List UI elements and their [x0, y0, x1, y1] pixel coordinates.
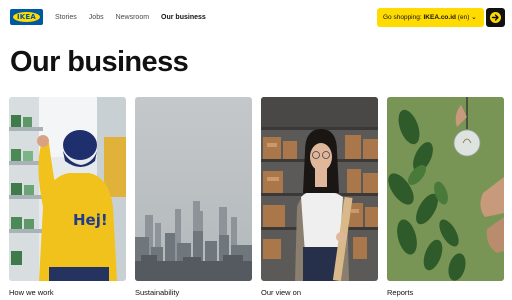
arrow-right-icon [491, 14, 499, 21]
page-title: Our business [10, 46, 189, 78]
main-nav: Stories Jobs Newsroom Our business [55, 13, 218, 23]
go-shopping-select[interactable]: Go shopping: IKEA.co.id (en) ⌄ [377, 8, 484, 27]
card-label[interactable]: Our view on [261, 288, 301, 298]
svg-text:Hej!: Hej! [73, 211, 108, 229]
card-label[interactable]: Reports [387, 288, 413, 298]
top-navigation: IKEA Stories Jobs Newsroom Our business … [0, 0, 512, 36]
ikea-logo[interactable]: IKEA [10, 9, 43, 25]
logo-text: IKEA [16, 13, 37, 21]
nav-item-stories[interactable]: Stories [55, 13, 77, 23]
card-label[interactable]: How we work [9, 288, 54, 298]
chevron-down-icon: ⌄ [471, 14, 477, 21]
how-we-work-image[interactable]: Hej! [9, 97, 126, 281]
nav-item-our-business[interactable]: Our business [161, 13, 206, 23]
reports-image[interactable] [387, 97, 504, 281]
go-shopping-label: Go shopping: IKEA.co.id (en) [383, 14, 470, 21]
nav-item-newsroom[interactable]: Newsroom [116, 13, 149, 23]
card-label[interactable]: Sustainability [135, 288, 179, 298]
our-view-on-image[interactable] [261, 97, 378, 281]
sustainability-image[interactable] [135, 97, 252, 281]
nav-item-jobs[interactable]: Jobs [89, 13, 104, 23]
go-button[interactable] [486, 8, 505, 27]
